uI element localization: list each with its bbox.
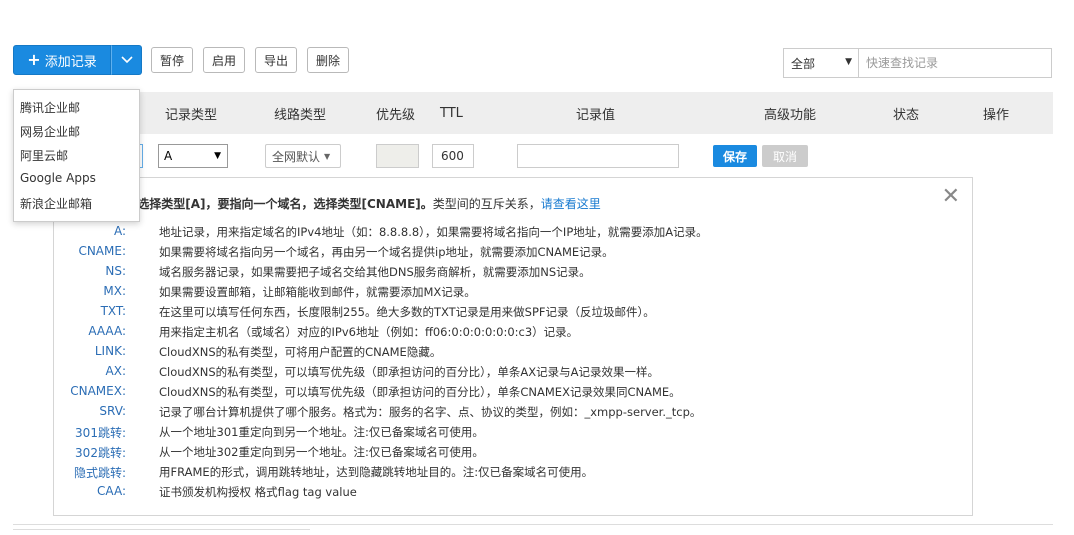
dropdown-item[interactable]: 腾讯企业邮 (20, 99, 80, 116)
line-type-value: 全网默认 (272, 149, 321, 164)
column-advanced: 高级功能 (764, 107, 817, 123)
help-row-type: CNAME: (78, 244, 126, 258)
help-row: SRV: 记录了哪台计算机提供了哪个服务。格式为：服务的名字、点、协议的类型，例如… (54, 401, 972, 421)
help-link[interactable]: 请查看这里 (541, 197, 601, 211)
help-row: 302跳转: 从一个地址302重定向到另一个地址。注:仅已备案域名可使用。 (54, 441, 972, 461)
help-row-description: CloudXNS的私有类型，可以填写优先级（即承担访问的百分比），单条AX记录与… (159, 365, 659, 379)
help-row-description: CloudXNS的私有类型，可将用户配置的CNAME隐藏。 (159, 345, 442, 359)
help-row-description: 从一个地址302重定向到另一个地址。注:仅已备案域名可使用。 (159, 445, 484, 459)
help-row-description: 用来指定主机名（或域名）对应的IPv6地址（例如：ff06:0:0:0:0:0:… (159, 325, 579, 339)
help-row: CAA: 证书颁发机构授权 格式flag tag value (54, 481, 972, 501)
help-row: NS: 域名服务器记录，如果需要把子域名交给其他DNS服务商解析，就需要添加NS记… (54, 261, 972, 281)
pause-button[interactable]: 暂停 (151, 47, 193, 73)
cancel-button[interactable]: 取消 (762, 145, 808, 167)
caret-down-icon: ▼ (845, 57, 852, 67)
column-record-value: 记录值 (576, 107, 616, 123)
save-button[interactable]: 保存 (713, 145, 757, 167)
help-row-description: 从一个地址301重定向到另一个地址。注:仅已备案域名可使用。 (159, 425, 484, 439)
help-row: 隐式跳转: 用FRAME的形式，调用跳转地址，达到隐藏跳转地址目的。注:仅已备案域… (54, 461, 972, 481)
table-header: 记录类型 线路类型 优先级 TTL 记录值 高级功能 状态 操作 (13, 92, 1053, 134)
help-row-type: 301跳转: (75, 426, 126, 440)
help-row-description: 如果需要设置邮箱，让邮箱能收到邮件，就需要添加MX记录。 (159, 285, 476, 299)
help-row: MX: 如果需要设置邮箱，让邮箱能收到邮件，就需要添加MX记录。 (54, 281, 972, 301)
help-rows: A: 地址记录，用来指定域名的IPv4地址（如：8.8.8.8），如果需要将域名指… (54, 221, 972, 501)
column-record-type: 记录类型 (165, 107, 218, 123)
search-input[interactable] (858, 48, 1052, 78)
caret-down-icon: ▼ (324, 151, 331, 161)
help-row-type: LINK: (94, 344, 126, 358)
help-row-type: SRV: (99, 404, 126, 418)
column-actions: 操作 (983, 107, 1010, 123)
help-row: CNAMEX: CloudXNS的私有类型，可以填写优先级（即承担访问的百分比），… (54, 381, 972, 401)
enable-button[interactable]: 启用 (203, 47, 245, 73)
help-row: AAAA: 用来指定主机名（或域名）对应的IPv6地址（例如：ff06:0:0:0… (54, 321, 972, 341)
help-row: AX: CloudXNS的私有类型，可以填写优先级（即承担访问的百分比），单条AX… (54, 361, 972, 381)
help-row-type: 隐式跳转: (73, 466, 126, 480)
help-row: CNAME: 如果需要将域名指向另一个域名，再由另一个域名提供ip地址，就需要添加… (54, 241, 972, 261)
add-record-label: 添加记录 (44, 54, 97, 70)
help-row-type: NS: (105, 264, 126, 278)
help-row-description: 地址记录，用来指定域名的IPv4地址（如：8.8.8.8），如果需要将域名指向一… (159, 225, 708, 239)
filter-select[interactable]: 全部 ▼ (783, 48, 858, 78)
caret-down-icon: ▼ (214, 151, 221, 161)
help-row: TXT: 在这里可以填写任何东西，长度限制255。绝大多数的TXT记录是用来做SP… (54, 301, 972, 321)
help-row-description: 如果需要将域名指向另一个域名，再由另一个域名提供ip地址，就需要添加CNAME记… (159, 245, 614, 259)
filter-selected-value: 全部 (791, 56, 816, 71)
record-type-value: A (164, 149, 173, 163)
help-row-type: AX: (105, 364, 126, 378)
column-line-type: 线路类型 (274, 107, 327, 123)
divider (13, 529, 310, 530)
divider (13, 524, 1053, 525)
priority-input[interactable] (376, 144, 419, 168)
dropdown-item[interactable]: 阿里云邮 (20, 147, 68, 164)
record-type-help-panel: ✕ 目标IP地址，选择类型[A]，要指向一个域名，选择类型[CNAME]。类型间… (53, 177, 973, 516)
help-row: LINK: CloudXNS的私有类型，可将用户配置的CNAME隐藏。 (54, 341, 972, 361)
help-row-type: TXT: (100, 304, 126, 318)
help-intro-text: 类型间的互斥关系， (432, 197, 541, 211)
help-row: 301跳转: 从一个地址301重定向到另一个地址。注:仅已备案域名可使用。 (54, 421, 972, 441)
column-status: 状态 (893, 107, 920, 123)
help-intro: 目标IP地址，选择类型[A]，要指向一个域名，选择类型[CNAME]。类型间的互… (64, 195, 601, 212)
column-priority: 优先级 (376, 107, 416, 123)
close-icon[interactable]: ✕ (942, 186, 960, 208)
delete-button[interactable]: 删除 (307, 47, 349, 73)
help-row-type: 302跳转: (75, 446, 126, 460)
help-row-type: AAAA: (88, 324, 126, 338)
ttl-input[interactable]: 600 (432, 144, 474, 168)
export-button[interactable]: 导出 (255, 47, 297, 73)
column-ttl: TTL (440, 105, 463, 121)
new-record-row: A ▼ 全网默认 ▼ 600 保存 取消 (0, 134, 1074, 178)
help-row-type: CAA: (97, 484, 126, 498)
add-record-button[interactable]: + 添加记录 (13, 45, 111, 75)
line-type-select[interactable]: 全网默认 ▼ (265, 144, 341, 168)
help-row-description: 记录了哪台计算机提供了哪个服务。格式为：服务的名字、点、协议的类型，例如：_xm… (159, 405, 702, 419)
chevron-down-icon (120, 56, 133, 64)
dropdown-item[interactable]: 新浪企业邮箱 (20, 195, 92, 212)
add-record-dropdown-toggle[interactable] (111, 45, 142, 75)
help-row-description: 域名服务器记录，如果需要把子域名交给其他DNS服务商解析，就需要添加NS记录。 (159, 265, 591, 279)
help-row: A: 地址记录，用来指定域名的IPv4地址（如：8.8.8.8），如果需要将域名指… (54, 221, 972, 241)
record-type-select[interactable]: A ▼ (158, 144, 228, 168)
add-record-dropdown-menu: 腾讯企业邮网易企业邮阿里云邮 Google Apps 新浪企业邮箱 (13, 89, 140, 222)
help-row-description: 证书颁发机构授权 格式flag tag value (159, 485, 357, 499)
dropdown-item[interactable]: 网易企业邮 (20, 123, 80, 140)
help-row-description: CloudXNS的私有类型，可以填写优先级（即承担访问的百分比），单条CNAME… (159, 385, 681, 399)
help-row-type: A: (113, 224, 126, 238)
help-row-type: MX: (103, 284, 126, 298)
plus-icon: + (27, 50, 41, 69)
record-value-input[interactable] (517, 144, 679, 168)
help-row-description: 用FRAME的形式，调用跳转地址，达到隐藏跳转地址目的。注:仅已备案域名可使用。 (159, 465, 594, 479)
help-row-type: CNAMEX: (70, 384, 126, 398)
dropdown-item[interactable]: Google Apps (20, 171, 96, 185)
help-row-description: 在这里可以填写任何东西，长度限制255。绝大多数的TXT记录是用来做SPF记录（… (159, 305, 655, 319)
